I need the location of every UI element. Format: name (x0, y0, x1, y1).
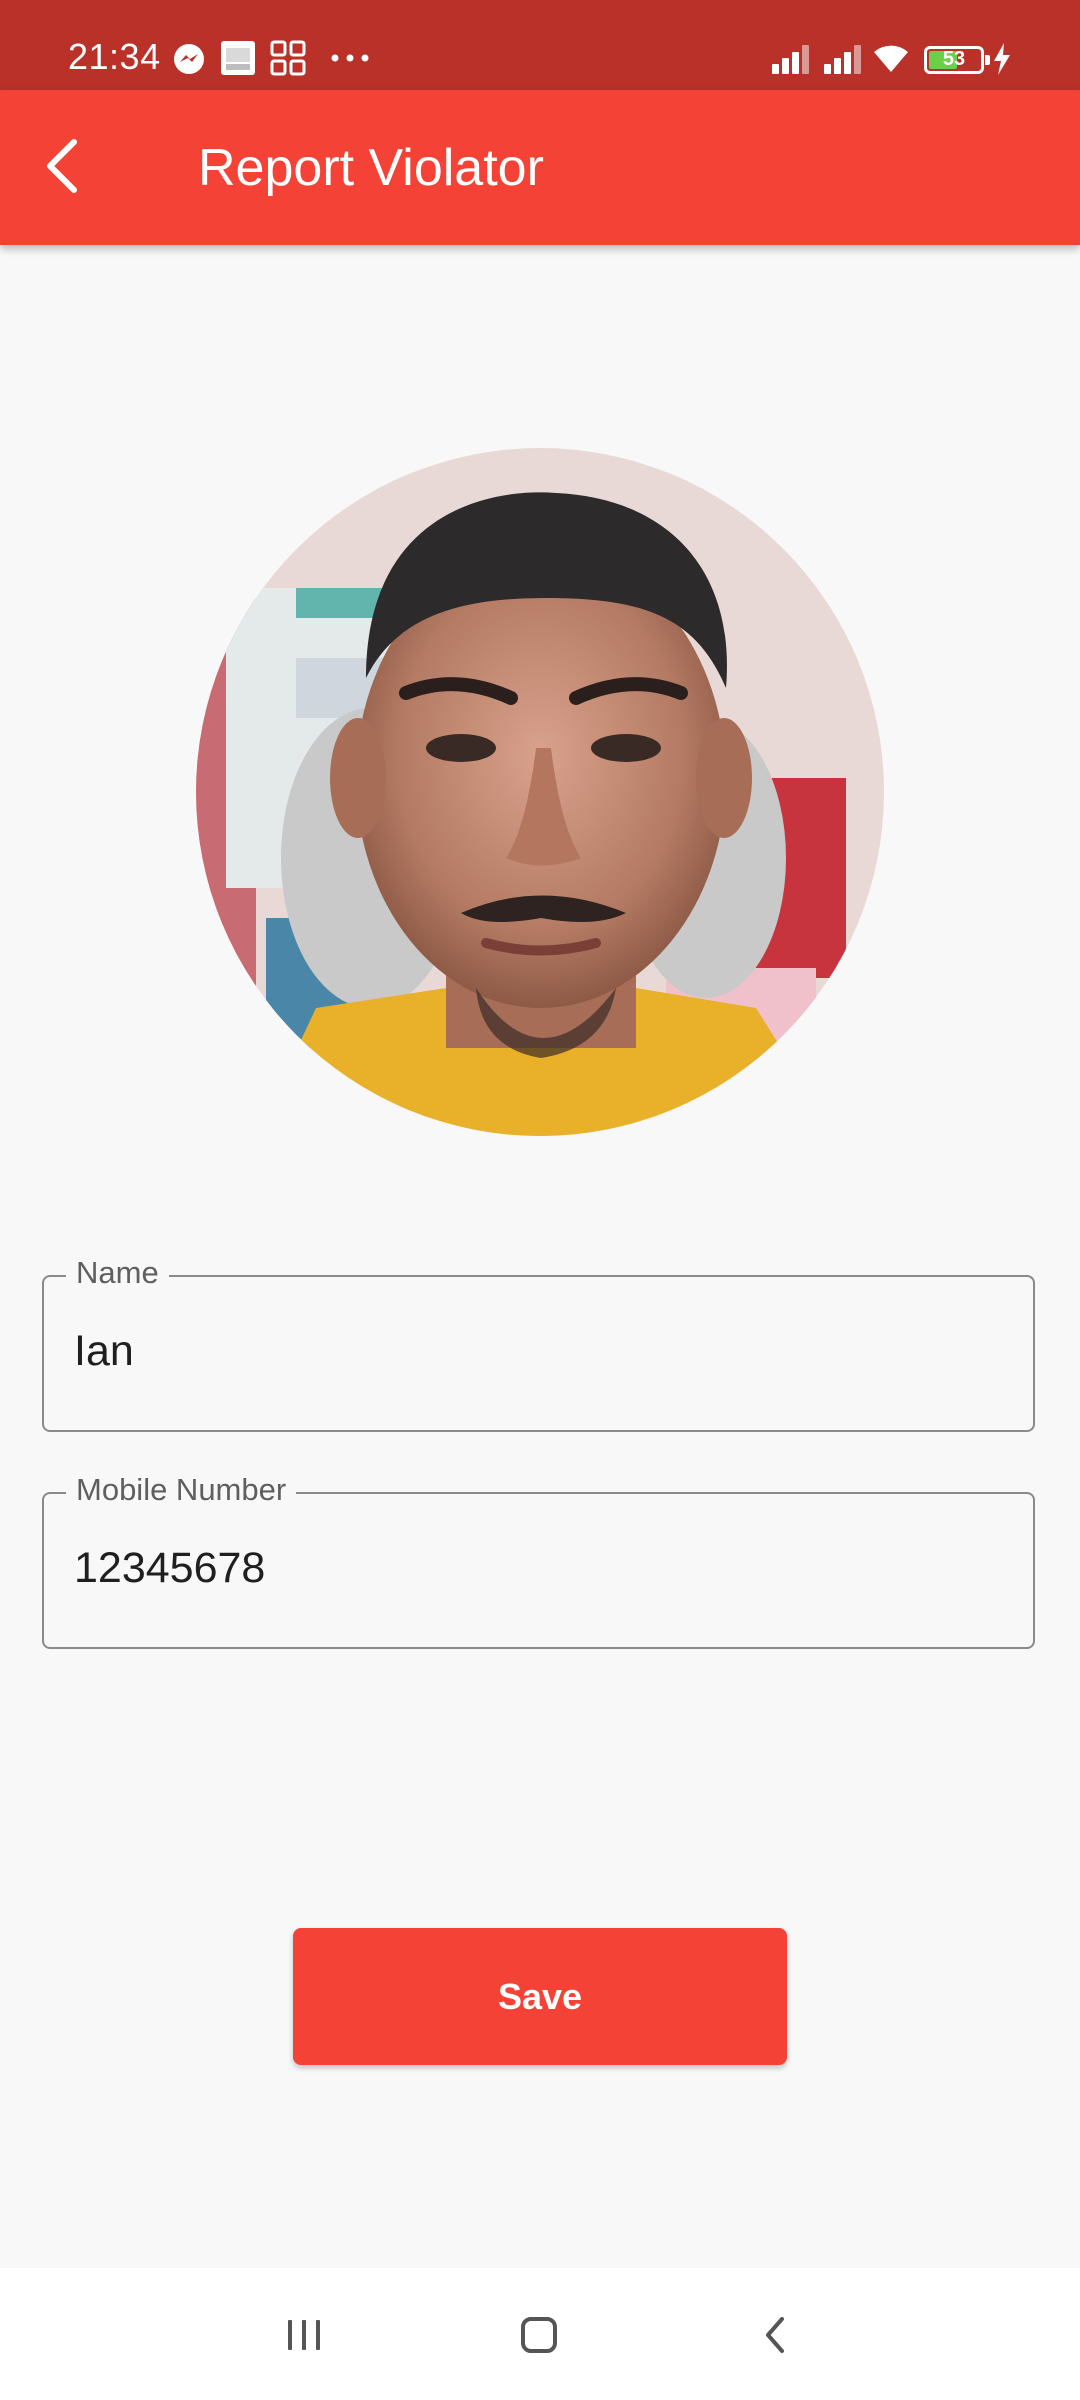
name-input[interactable]: Ian (74, 1327, 134, 1376)
mobile-number-input[interactable]: 12345678 (74, 1544, 265, 1593)
mobile-number-field[interactable]: Mobile Number 12345678 (42, 1472, 1035, 1649)
status-bar: 21:34 53 (0, 0, 1080, 90)
apps-icon (270, 40, 306, 76)
violator-photo[interactable] (196, 448, 884, 1136)
home-icon[interactable] (520, 2316, 558, 2354)
signal-icon (772, 45, 809, 74)
more-dots-icon (331, 54, 369, 62)
signal-icon (824, 45, 861, 74)
page-title: Report Violator (198, 139, 544, 197)
battery-icon: 53 (924, 46, 990, 74)
gallery-icon (221, 41, 255, 75)
app-bar: Report Violator (0, 90, 1080, 245)
save-button[interactable]: Save (293, 1928, 787, 2065)
messenger-icon (174, 44, 204, 74)
back-button[interactable] (24, 120, 96, 212)
status-time: 21:34 (68, 36, 161, 77)
charging-icon (994, 43, 1010, 75)
wifi-icon (874, 45, 908, 72)
mobile-number-label: Mobile Number (66, 1472, 297, 1508)
navigation-bar (0, 2268, 1080, 2400)
name-field[interactable]: Name Ian (42, 1255, 1035, 1432)
back-icon[interactable] (760, 2316, 790, 2354)
recent-apps-icon[interactable] (284, 2318, 324, 2352)
arrow-back-icon (47, 139, 77, 193)
name-label: Name (66, 1255, 169, 1291)
battery-level: 53 (942, 48, 966, 70)
